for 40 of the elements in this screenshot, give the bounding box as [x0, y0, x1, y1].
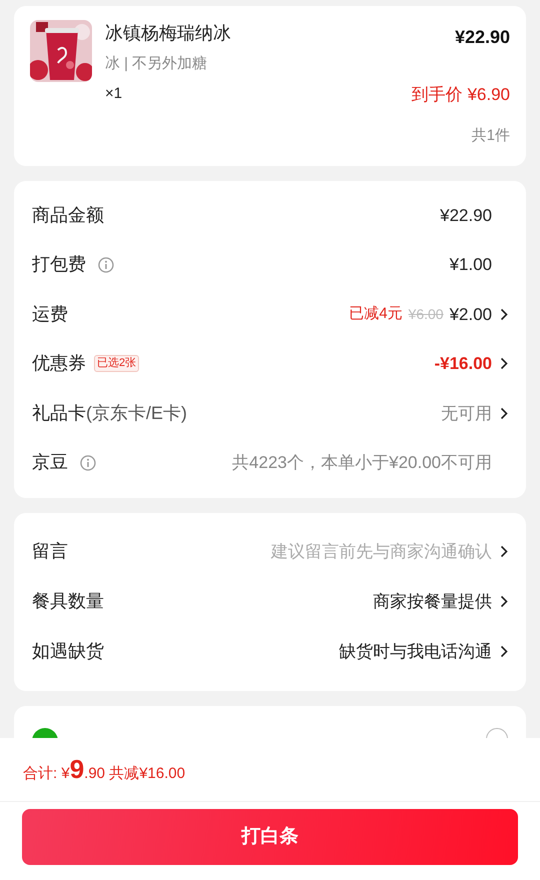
- fee-value: 共4223个，本单小于¥20.00不可用: [232, 452, 492, 474]
- option-row[interactable]: 餐具数量 商家按餐量提供: [32, 576, 508, 626]
- fee-label: 运费: [32, 302, 68, 326]
- fee-value: ¥2.00: [449, 304, 492, 326]
- option-value: 缺货时与我电话沟通: [339, 640, 492, 663]
- fee-label: 礼品卡(京东卡/E卡): [32, 402, 187, 425]
- option-value: 商家按餐量提供: [373, 590, 492, 613]
- original-fee: ¥6.00: [408, 304, 444, 324]
- option-label: 留言: [32, 540, 68, 563]
- option-row[interactable]: 如遇缺货 缺货时与我电话沟通: [32, 626, 508, 676]
- option-row[interactable]: 留言 建议留言前先与商家沟通确认: [32, 526, 508, 576]
- info-icon: [80, 454, 96, 471]
- option-label: 如遇缺货: [32, 640, 104, 663]
- info-icon: [98, 256, 114, 273]
- fee-value: ¥22.90: [440, 204, 492, 226]
- chevron-right-icon: [500, 406, 508, 420]
- option-value: 建议留言前先与商家沟通确认: [271, 540, 492, 563]
- item-count: 共1件: [472, 126, 510, 146]
- option-label: 餐具数量: [32, 590, 104, 613]
- coupon-badge: 已选2张: [94, 355, 140, 372]
- chevron-right-icon: [500, 645, 508, 658]
- final-price: 到手价 ¥6.90: [412, 84, 510, 106]
- product-quantity: ×1: [105, 84, 122, 104]
- fee-label: 优惠券: [32, 352, 86, 376]
- chevron-right-icon: [500, 357, 508, 370]
- total-price: 合计: ¥9.90 共减¥16.00: [23, 753, 186, 786]
- pay-button[interactable]: 打白条: [22, 809, 518, 865]
- fee-label: 商品金额: [32, 204, 104, 227]
- fee-value: ¥1.00: [449, 254, 492, 276]
- fee-reduction: 已减4元: [349, 304, 402, 324]
- product-price: ¥22.90: [454, 26, 510, 49]
- chevron-right-icon: [500, 545, 508, 558]
- fee-value: 无可用: [441, 402, 492, 424]
- chevron-right-icon: [500, 595, 508, 608]
- product-name: 冰镇杨梅瑞纳冰: [105, 22, 231, 45]
- fee-label: 打包费: [32, 253, 86, 276]
- chevron-right-icon: [500, 308, 508, 321]
- fee-label: 京豆: [32, 451, 68, 474]
- fee-value: -¥16.00: [434, 353, 492, 375]
- product-options: 冰 | 不另外加糖: [105, 53, 208, 76]
